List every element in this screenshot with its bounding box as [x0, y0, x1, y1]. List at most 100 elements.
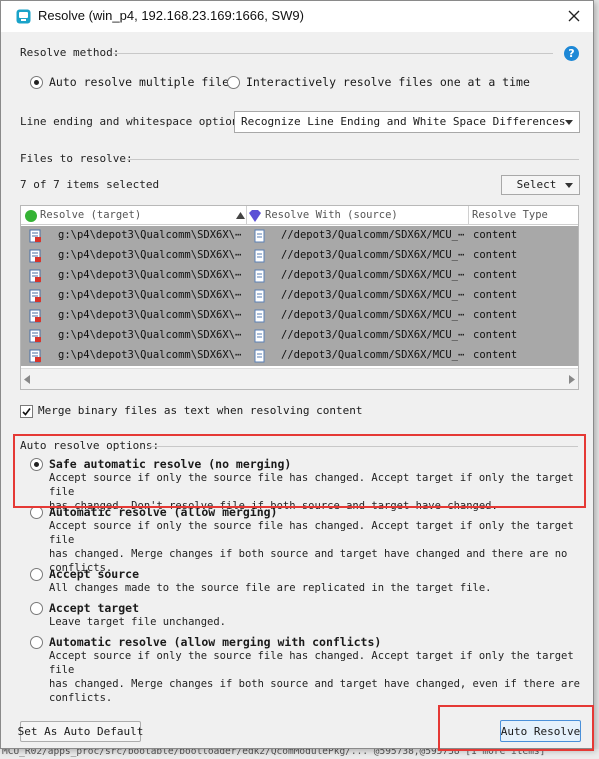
line-ending-label: Line ending and whitespace options — [20, 115, 246, 128]
set-as-auto-default-button[interactable]: Set As Auto Default — [17, 721, 144, 742]
auto-resolve-multiple-radio[interactable] — [30, 76, 43, 89]
interactive-resolve-label[interactable]: Interactively resolve files one at a tim… — [246, 75, 530, 89]
file-icon — [254, 349, 265, 363]
file-conflict-icon — [29, 349, 41, 363]
table-body: g:\p4\depot3\Qualcomm\SDX6X\⋯ //depot3/Qu… — [21, 226, 578, 366]
window-title: Resolve (win_p4, 192.168.23.169:1666, SW… — [38, 8, 304, 23]
scroll-left-icon[interactable] — [23, 375, 31, 384]
row-source: //depot3/Qualcomm/SDX6X/MCU_⋯ — [281, 229, 465, 241]
row-target: g:\p4\depot3\Qualcomm\SDX6X\⋯ — [58, 249, 242, 261]
row-type: content — [473, 229, 518, 241]
column-header-source[interactable]: Resolve With (source) — [265, 209, 398, 221]
description-line: has changed. Merge changes if both sourc… — [49, 548, 568, 560]
auto-option-description: Leave target file unchanged. — [49, 615, 584, 629]
row-type: content — [473, 289, 518, 301]
line-ending-dropdown[interactable]: Recognize Line Ending and White Space Di… — [234, 111, 580, 133]
annotation-highlight-safe-resolve — [13, 434, 586, 508]
source-purple-diamond-icon — [249, 210, 261, 222]
auto-option-title[interactable]: Automatic resolve (allow merging with co… — [49, 635, 381, 649]
files-table: Resolve (target) Resolve With (source) R… — [20, 205, 579, 390]
description-line: has changed. Merge changes if both sourc… — [49, 678, 581, 690]
merge-binary-label[interactable]: Merge binary files as text when resolvin… — [38, 404, 363, 417]
file-icon — [254, 229, 265, 243]
table-header: Resolve (target) Resolve With (source) R… — [21, 206, 578, 225]
table-row[interactable]: g:\p4\depot3\Qualcomm\SDX6X\⋯ //depot3/Qu… — [21, 346, 578, 366]
auto-option-title[interactable]: Accept target — [49, 601, 139, 615]
select-dropdown-button[interactable]: Select — [501, 175, 580, 195]
auto-option-description: Accept source if only the source file ha… — [49, 649, 584, 705]
select-button-label: Select — [516, 178, 557, 191]
auto-resolve-multiple-text: Auto resolve multiple files — [49, 75, 236, 89]
file-icon — [254, 249, 265, 263]
auto-option-radio[interactable] — [30, 568, 43, 581]
row-target: g:\p4\depot3\Qualcomm\SDX6X\⋯ — [58, 309, 242, 321]
file-conflict-icon — [29, 269, 41, 283]
resolve-method-label: Resolve method: — [20, 46, 120, 59]
row-type: content — [473, 329, 518, 341]
row-type: content — [473, 349, 518, 361]
target-green-dot-icon — [25, 210, 37, 222]
column-header-type[interactable]: Resolve Type — [472, 209, 548, 221]
file-icon — [254, 329, 265, 343]
horizontal-scrollbar[interactable] — [21, 368, 578, 389]
auto-option-radio[interactable] — [30, 636, 43, 649]
auto-option-radio[interactable] — [30, 602, 43, 615]
set-as-auto-default-label: Set As Auto Default — [17, 725, 144, 738]
row-target: g:\p4\depot3\Qualcomm\SDX6X\⋯ — [58, 329, 242, 341]
row-type: content — [473, 249, 518, 261]
row-source: //depot3/Qualcomm/SDX6X/MCU_⋯ — [281, 329, 465, 341]
line-ending-value: Recognize Line Ending and White Space Di… — [241, 115, 566, 128]
description-line: Leave target file unchanged. — [49, 616, 227, 628]
auto-option-description: All changes made to the source file are … — [49, 581, 584, 595]
file-conflict-icon — [29, 309, 41, 323]
column-header-target[interactable]: Resolve (target) — [40, 209, 141, 221]
auto-option-title[interactable]: Accept source — [49, 567, 139, 581]
description-line: Accept source if only the source file ha… — [49, 520, 574, 546]
background-app-right-edge — [594, 0, 599, 749]
sort-ascending-icon — [236, 212, 245, 219]
row-source: //depot3/Qualcomm/SDX6X/MCU_⋯ — [281, 249, 465, 261]
column-divider — [468, 206, 469, 225]
file-conflict-icon — [29, 249, 41, 263]
row-type: content — [473, 309, 518, 321]
help-icon[interactable]: ? — [564, 46, 579, 61]
merge-binary-checkbox[interactable] — [20, 405, 33, 418]
row-type: content — [473, 269, 518, 281]
chevron-down-icon — [565, 120, 573, 125]
description-line: Accept source if only the source file ha… — [49, 650, 574, 676]
table-row[interactable]: g:\p4\depot3\Qualcomm\SDX6X\⋯ //depot3/Qu… — [21, 326, 578, 346]
row-source: //depot3/Qualcomm/SDX6X/MCU_⋯ — [281, 349, 465, 361]
file-conflict-icon — [29, 229, 41, 243]
table-row[interactable]: g:\p4\depot3\Qualcomm\SDX6X\⋯ //depot3/Qu… — [21, 246, 578, 266]
checkmark-icon — [22, 408, 31, 416]
description-line: All changes made to the source file are … — [49, 582, 492, 594]
files-divider — [127, 159, 579, 160]
file-icon — [254, 289, 265, 303]
row-target: g:\p4\depot3\Qualcomm\SDX6X\⋯ — [58, 289, 242, 301]
selected-count: 7 of 7 items selected — [20, 178, 160, 191]
file-icon — [254, 309, 265, 323]
row-source: //depot3/Qualcomm/SDX6X/MCU_⋯ — [281, 289, 465, 301]
title-bar: Resolve (win_p4, 192.168.23.169:1666, SW… — [1, 1, 593, 32]
files-to-resolve-label: Files to resolve: — [20, 152, 133, 165]
close-icon[interactable] — [563, 5, 585, 27]
auto-resolve-multiple-label[interactable]: Auto resolve multiple files — [49, 75, 236, 89]
table-row[interactable]: g:\p4\depot3\Qualcomm\SDX6X\⋯ //depot3/Qu… — [21, 306, 578, 326]
resolve-dialog: Resolve (win_p4, 192.168.23.169:1666, SW… — [0, 0, 594, 751]
annotation-highlight-auto-resolve-button — [438, 705, 594, 751]
description-line: conflicts. — [49, 692, 113, 704]
perforce-app-icon — [16, 9, 31, 24]
table-row[interactable]: g:\p4\depot3\Qualcomm\SDX6X\⋯ //depot3/Qu… — [21, 226, 578, 246]
file-icon — [254, 269, 265, 283]
table-row[interactable]: g:\p4\depot3\Qualcomm\SDX6X\⋯ //depot3/Qu… — [21, 286, 578, 306]
interactive-resolve-radio[interactable] — [227, 76, 240, 89]
resolve-method-divider — [113, 53, 553, 54]
table-row[interactable]: g:\p4\depot3\Qualcomm\SDX6X\⋯ //depot3/Qu… — [21, 266, 578, 286]
row-source: //depot3/Qualcomm/SDX6X/MCU_⋯ — [281, 269, 465, 281]
file-conflict-icon — [29, 329, 41, 343]
row-target: g:\p4\depot3\Qualcomm\SDX6X\⋯ — [58, 269, 242, 281]
scroll-right-icon[interactable] — [568, 375, 576, 384]
column-divider — [246, 206, 247, 225]
row-target: g:\p4\depot3\Qualcomm\SDX6X\⋯ — [58, 349, 242, 361]
file-conflict-icon — [29, 289, 41, 303]
